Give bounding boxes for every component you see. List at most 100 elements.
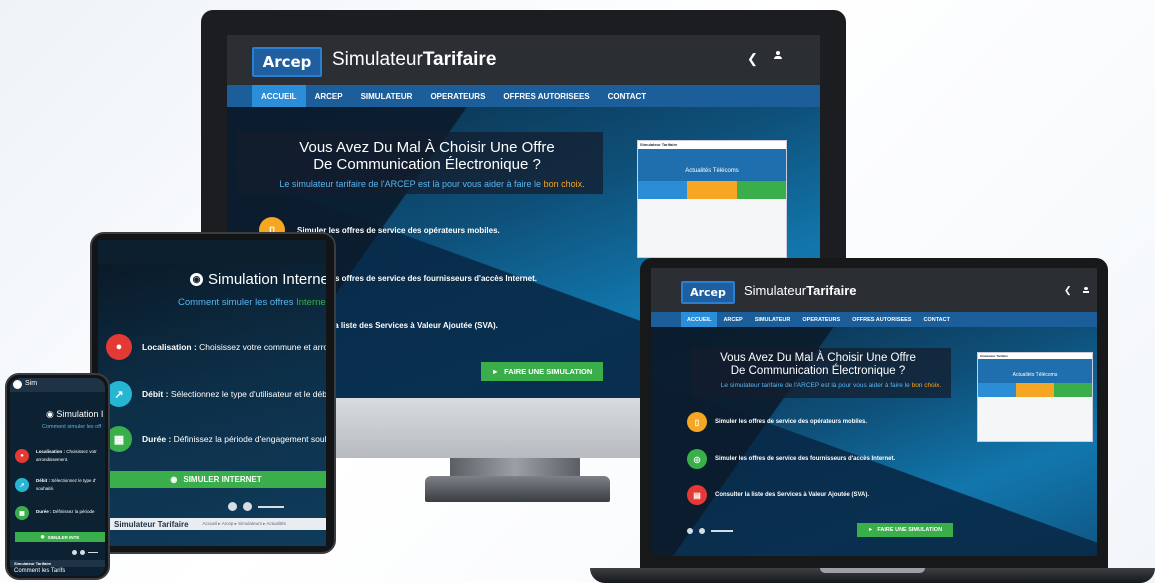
laptop-share-icon[interactable]: ❮	[1064, 285, 1072, 296]
title-light: Simulateur	[332, 49, 423, 70]
tablet-footer-text: Accueil ▸ Arcep ▸ Simulateurs ▸ Actualit…	[202, 521, 286, 526]
laptop-simulation-button[interactable]: ► FAIRE UNE SIMULATION	[857, 523, 953, 537]
user-icon[interactable]	[774, 51, 782, 59]
thumb-tile-green	[736, 181, 786, 199]
laptop-nav-contact[interactable]: CONTACT	[917, 312, 955, 327]
tablet-dot-2[interactable]	[243, 502, 252, 511]
laptop-dot-1[interactable]	[687, 528, 693, 534]
logo-text: Arcep	[262, 53, 312, 71]
phone-logo-icon	[13, 380, 22, 389]
hero-subtitle-highlight: bon choix.	[543, 179, 585, 189]
laptop-site-header: Arcep SimulateurTarifaire ❮	[651, 268, 1097, 312]
news-thumbnail[interactable]: Simulateur Tarifaire Actualités Télécoms	[637, 140, 787, 258]
nav-item-contact[interactable]: CONTACT	[599, 85, 656, 107]
tablet-subtitle-main: Comment simuler les offres	[178, 297, 294, 308]
tablet-step-debit-label: Débit :	[142, 389, 169, 399]
nav-item-accueil[interactable]: ACCUEIL	[252, 85, 306, 107]
laptop-feature-mobile[interactable]: Simuler les offres de service des opérat…	[715, 419, 867, 425]
thumb-hero: Actualités Télécoms	[638, 149, 786, 181]
laptop-user-icon[interactable]	[1083, 287, 1089, 293]
phone-heading-text: Simulation I	[56, 409, 104, 419]
laptop-feature-internet[interactable]: Simuler les offres de service des fourni…	[715, 456, 895, 462]
tablet-step-localisation: Localisation : Choisissez votre commune …	[142, 342, 326, 352]
phone-chart-icon: ↗	[15, 478, 29, 492]
simulation-button[interactable]: ► FAIRE UNE SIMULATION	[481, 362, 603, 381]
tablet-footer-bar: Simulateur Tarifaire Accueil ▸ Arcep ▸ S…	[98, 518, 326, 530]
tablet-step-localisation-text: Choisissez votre commune et arro	[199, 342, 326, 352]
nav-item-operateurs[interactable]: OPERATEURS	[421, 85, 494, 107]
laptop-hero-subtitle-main: Le simulateur tarifaire de l'ARCEP est l…	[720, 382, 910, 389]
tablet-step-duree: Durée : Définissez la période d'engageme…	[142, 434, 326, 444]
laptop-simulation-button-label: FAIRE UNE SIMULATION	[877, 527, 943, 533]
nav-item-offres[interactable]: OFFRES AUTORISEES	[494, 85, 598, 107]
laptop-nav-offres[interactable]: OFFRES AUTORISEES	[846, 312, 917, 327]
tablet-subtitle-highlight: Interne	[296, 297, 326, 308]
phone-simulate-button-label: SIMULER INTE	[47, 534, 80, 540]
nav-item-arcep[interactable]: ARCEP	[306, 85, 352, 107]
phone-carousel-dots[interactable]	[72, 550, 98, 555]
laptop-nav-arcep[interactable]: ARCEP	[717, 312, 748, 327]
laptop-nav-operateurs[interactable]: OPERATEURS	[796, 312, 846, 327]
phone-step-localisation-text2: arrondissement.	[36, 457, 69, 462]
hero-subtitle: Le simulateur tarifaire de l'ARCEP est l…	[247, 179, 617, 189]
laptop-sva-icon: ▤	[687, 485, 707, 505]
tablet-dot-1[interactable]	[228, 502, 237, 511]
tablet-simulate-button[interactable]: ◉ SIMULER INTERNET	[106, 471, 326, 488]
thumb-tile-blue	[638, 181, 688, 199]
laptop-dot-2[interactable]	[699, 528, 705, 534]
laptop-arcep-logo[interactable]: Arcep	[681, 281, 735, 304]
tablet-step-localisation-label: Localisation :	[142, 342, 197, 352]
phone-simulate-button[interactable]: ◉ SIMULER INTE	[15, 532, 105, 542]
tablet-globe-button-icon: ◉	[170, 475, 178, 484]
laptop-hero-subtitle-highlight: bon choix.	[911, 382, 942, 389]
phone-step-debit-text: Sélectionnez le type d'	[51, 478, 97, 483]
phone-heading: ◉ Simulation I	[46, 409, 103, 420]
phone-dot-1[interactable]	[72, 550, 77, 555]
laptop-play-icon: ►	[867, 527, 874, 533]
arcep-logo[interactable]: Arcep	[252, 47, 322, 77]
phone-button-globe-icon: ◉	[40, 534, 45, 539]
phone-footer-title: Simulateur Tarifaire	[14, 561, 52, 566]
phone-step-debit-text2: souhaité.	[36, 486, 55, 491]
laptop-hero-subtitle: Le simulateur tarifaire de l'ARCEP est l…	[681, 382, 981, 389]
laptop-nav-simulateur[interactable]: SIMULATEUR	[749, 312, 797, 327]
tablet-step-debit-text: Sélectionnez le type d'utilisateur et le…	[170, 389, 326, 399]
phone-footer-bar: Simulateur Tarifaire	[10, 560, 105, 567]
title-bold: Tarifaire	[422, 49, 497, 70]
phone-step-duree: Durée : Définissez la période	[36, 509, 95, 514]
feature-internet[interactable]: s offres de service des fournisseurs d'a…	[335, 274, 537, 283]
tablet-simulate-button-label: SIMULER INTERNET	[183, 475, 262, 484]
laptop-thumb-tile-orange	[1016, 383, 1054, 397]
laptop-thumb-hero: Actualités Télécoms	[978, 359, 1092, 383]
phone-location-icon: ●	[15, 449, 29, 463]
site-header: Arcep SimulateurTarifaire ❮	[227, 35, 820, 85]
tablet-globe-icon: ◉	[190, 273, 203, 286]
laptop-carousel-dots[interactable]	[687, 528, 733, 534]
site-title: SimulateurTarifaire	[332, 49, 496, 71]
hero-subtitle-main: Le simulateur tarifaire de l'ARCEP est l…	[279, 179, 542, 189]
phone-calendar-icon: ▦	[15, 506, 29, 520]
phone-screen: Sim ◉ Simulation I Comment simuler les o…	[10, 378, 105, 576]
phone-header: Sim	[10, 378, 105, 392]
share-icon[interactable]: ❮	[747, 51, 758, 67]
laptop-title-bold: Tarifaire	[806, 283, 857, 298]
tablet-subtitle: Comment simuler les offres Interne	[178, 297, 326, 308]
nav-item-simulateur[interactable]: SIMULATEUR	[352, 85, 422, 107]
laptop-feature-sva[interactable]: Consulter la liste des Services à Valeur…	[715, 492, 869, 498]
thumb-header: Simulateur Tarifaire	[638, 141, 786, 149]
tablet-carousel-dots[interactable]	[228, 502, 284, 511]
feature-sva[interactable]: la liste des Services à Valeur Ajoutée (…	[332, 321, 498, 330]
phone-step-duree-label: Durée :	[36, 509, 52, 514]
laptop-nav-accueil[interactable]: ACCUEIL	[681, 312, 718, 327]
laptop-thumb-tile-green	[1054, 383, 1092, 397]
tablet-heading: Simulation Internet	[208, 271, 326, 288]
laptop-site-title: SimulateurTarifaire	[744, 283, 856, 298]
laptop-news-thumbnail[interactable]: Simulateur Tarifaire Actualités Télécoms	[977, 352, 1093, 442]
phone-dot-2[interactable]	[80, 550, 85, 555]
phone-header-text: Sim	[25, 380, 38, 387]
tablet-location-icon: ●	[106, 334, 132, 360]
laptop-mobile-icon: ▯	[687, 412, 707, 432]
thumb-tile-orange	[687, 181, 737, 199]
tablet-step-duree-label: Durée :	[142, 434, 172, 444]
laptop-screen: Arcep SimulateurTarifaire ❮ ACCUEIL ARCE…	[651, 268, 1097, 556]
